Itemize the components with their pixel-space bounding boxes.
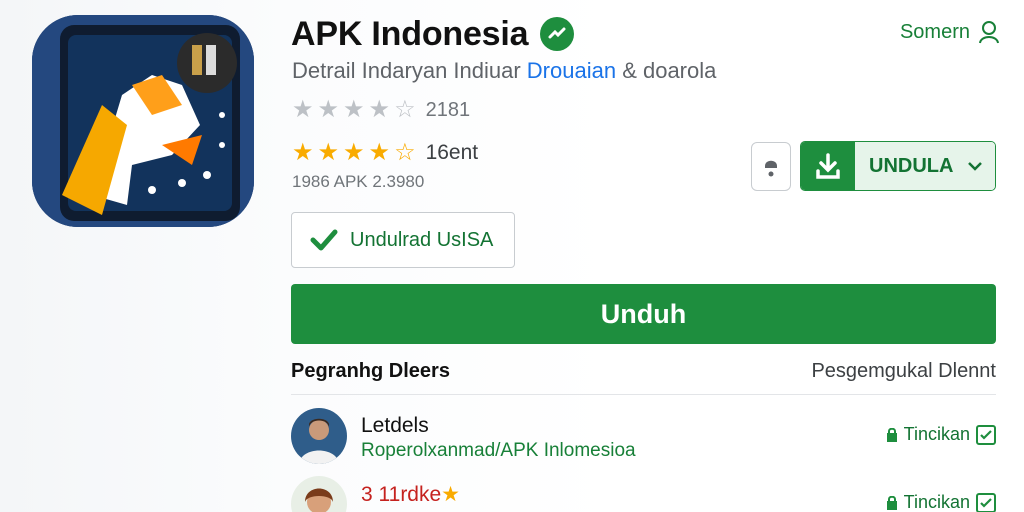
star-icon: ★ bbox=[317, 139, 340, 166]
rating-label: 16ent bbox=[425, 141, 479, 164]
verified-icon bbox=[540, 17, 575, 51]
app-subtitle: Detrail Indaryan Indiuar Drouaian & doar… bbox=[292, 58, 716, 84]
checkbox-checked-icon[interactable] bbox=[976, 424, 996, 445]
main-button-label: Unduh bbox=[600, 298, 687, 329]
divider bbox=[291, 394, 996, 395]
star-icon: ★ bbox=[368, 96, 391, 123]
list-item[interactable]: 3 11rdke★ Tincikan bbox=[291, 476, 996, 512]
lock-icon bbox=[886, 427, 897, 442]
star-icon: ★ bbox=[368, 139, 391, 166]
main-download-button[interactable]: Unduh bbox=[291, 284, 996, 344]
developer-link[interactable]: Drouaian bbox=[527, 58, 616, 83]
list-item[interactable]: Letdels Roperolxanmad/APK Inlomesioa Tin… bbox=[291, 408, 996, 466]
rating-count: 2181 bbox=[425, 98, 471, 121]
action-label: Tincikan bbox=[903, 424, 970, 444]
app-title: APK Indonesia bbox=[291, 14, 529, 53]
star-icon: ★ bbox=[292, 96, 314, 123]
action-label: Tincikan bbox=[903, 492, 970, 512]
action-link[interactable]: Tincikan bbox=[886, 424, 996, 445]
subtitle-tail: & doarola bbox=[616, 58, 717, 83]
star-half-icon: ☆ bbox=[394, 139, 416, 166]
app-icon bbox=[32, 15, 254, 227]
checkmark-icon bbox=[310, 229, 338, 251]
secondary-button-label: Undulrad UsISA bbox=[350, 228, 494, 251]
avatar bbox=[291, 476, 347, 512]
checkbox-checked-icon[interactable] bbox=[976, 492, 996, 512]
lock-icon bbox=[886, 495, 897, 510]
list-item-name-text: 3 11rdke bbox=[361, 483, 442, 506]
chevron-down-icon bbox=[968, 162, 982, 171]
download-label: UNDULA bbox=[869, 154, 954, 177]
secondary-download-button[interactable]: Undulrad UsISA bbox=[291, 212, 515, 268]
app-meta: 1986 APK 2.3980 bbox=[292, 172, 425, 191]
user-icon bbox=[979, 21, 999, 44]
section-title-left: Pegranhg Dleers bbox=[291, 360, 450, 382]
star-icon: ★ bbox=[343, 139, 365, 166]
avatar bbox=[291, 408, 347, 464]
star-outline-icon: ☆ bbox=[394, 96, 416, 123]
signin-link[interactable]: Somern bbox=[900, 20, 1000, 44]
star-icon: ★ bbox=[441, 483, 460, 506]
section-title-right[interactable]: Pesgemgukal Dlennt bbox=[811, 360, 996, 383]
list-item-name: Letdels bbox=[361, 414, 429, 437]
star-icon: ★ bbox=[343, 96, 365, 123]
app-logo-icon bbox=[32, 15, 254, 227]
download-icon bbox=[801, 142, 855, 190]
list-item-sub[interactable]: Roperolxanmad/APK Inlomesioa bbox=[361, 440, 636, 462]
signin-label: Somern bbox=[899, 20, 970, 43]
action-link[interactable]: Tincikan bbox=[886, 492, 996, 512]
star-icon: ★ bbox=[317, 96, 340, 123]
subtitle-text: Detrail Indaryan Indiuar bbox=[292, 58, 527, 83]
bell-icon bbox=[765, 160, 777, 176]
list-item-name: 3 11rdke★ bbox=[361, 482, 460, 507]
star-icon: ★ bbox=[292, 139, 314, 166]
rating-row-1: ★ ★ ★ ★ ☆ 2181 bbox=[292, 98, 470, 122]
share-button[interactable] bbox=[751, 142, 791, 191]
download-dropdown-button[interactable]: UNDULA bbox=[800, 141, 996, 191]
app-title-row: APK Indonesia bbox=[291, 14, 575, 54]
rating-row-2: ★ ★ ★ ★ ☆ 16ent bbox=[292, 141, 478, 165]
